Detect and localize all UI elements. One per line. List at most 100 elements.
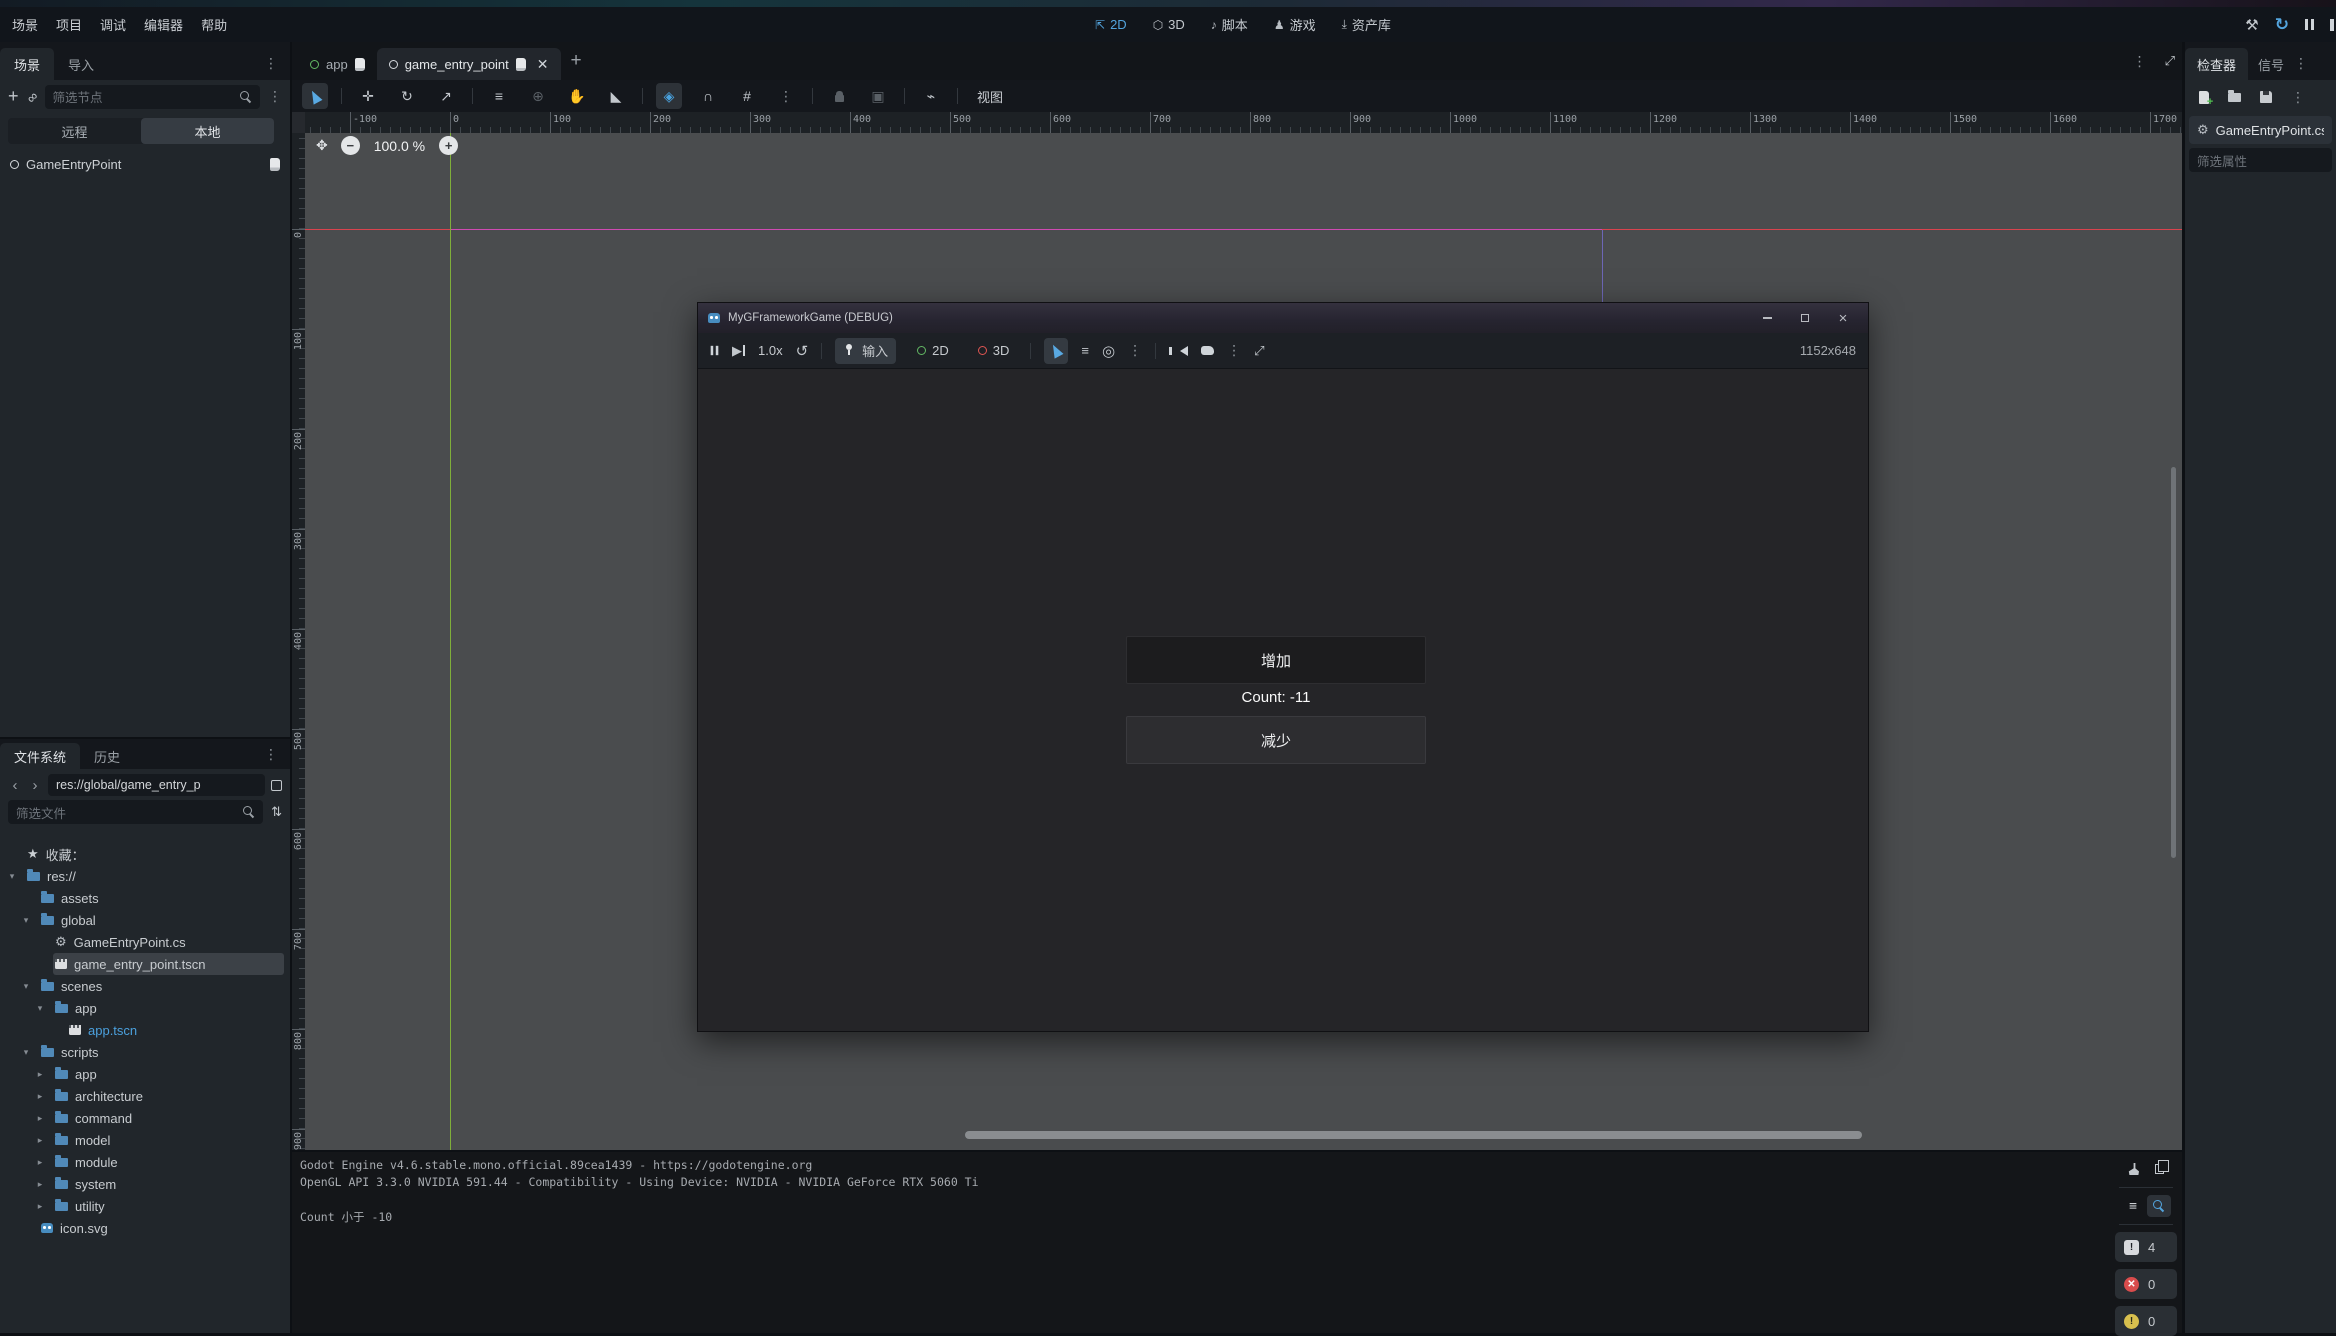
chevron-down-icon[interactable]: ▾ <box>20 1047 32 1058</box>
chevron-right-icon[interactable]: ▸ <box>34 1091 46 1102</box>
workspace-3d[interactable]: ⬡3D <box>1153 17 1185 32</box>
fs-item-favorites[interactable]: ★收藏： <box>0 843 290 865</box>
inspector-tabs-menu-icon[interactable]: ⋮ <box>2294 55 2308 80</box>
suspend-icon[interactable] <box>711 346 719 355</box>
decrease-button[interactable]: 减少 <box>1126 716 1426 764</box>
warnings-count-badge[interactable]: ! 0 <box>2115 1306 2177 1336</box>
close-button[interactable]: × <box>1828 303 1858 333</box>
add-node-icon[interactable]: + <box>8 86 19 107</box>
chevron-down-icon[interactable]: ▾ <box>6 871 18 882</box>
remote-toggle[interactable]: 远程 <box>8 118 141 144</box>
nav-back-icon[interactable]: ‹ <box>8 777 22 794</box>
minimize-button[interactable] <box>1752 303 1782 333</box>
center-view-icon[interactable]: ✥ <box>316 137 327 154</box>
new-resource-icon[interactable]: + <box>2199 91 2209 104</box>
time-scale-value[interactable]: 1.0x <box>758 343 783 358</box>
menu-scene[interactable]: 场景 <box>12 15 38 34</box>
menu-help[interactable]: 帮助 <box>201 15 227 34</box>
scale-tool[interactable]: ↗ <box>433 83 459 109</box>
workspace-script[interactable]: ♪脚本 <box>1211 15 1248 34</box>
increase-button[interactable]: 增加 <box>1126 636 1426 684</box>
workspace-game[interactable]: ♟游戏 <box>1274 15 1316 34</box>
scene-tabs-menu-icon[interactable]: ⋮ <box>2133 53 2147 70</box>
tab-signals[interactable]: 信号 <box>2248 48 2294 80</box>
mode-2d-button[interactable]: 2D <box>909 338 957 364</box>
scene-tab-game-entry-point[interactable]: game_entry_point ✕ <box>377 48 561 80</box>
load-resource-icon[interactable] <box>2228 93 2241 102</box>
canvas-viewport[interactable]: -100010020030040050060070080090010001100… <box>292 112 2182 1150</box>
list-select-tool[interactable]: ≡ <box>486 83 512 109</box>
canvas-vertical-scrollbar[interactable] <box>2171 467 2176 858</box>
filter-properties-input[interactable]: 筛选属性 <box>2189 148 2332 172</box>
expand-viewport-icon[interactable]: ⤢ <box>2165 53 2174 69</box>
mode-3d-button[interactable]: 3D <box>970 338 1018 364</box>
pause-icon[interactable] <box>2305 19 2314 30</box>
sort-files-icon[interactable]: ⇅ <box>271 804 282 820</box>
search-output-icon[interactable] <box>2147 1195 2171 1217</box>
nav-forward-icon[interactable]: › <box>28 777 42 794</box>
chevron-down-icon[interactable]: ▾ <box>20 915 32 926</box>
zoom-in-icon[interactable]: + <box>439 136 458 155</box>
attached-script-icon[interactable] <box>270 158 280 171</box>
filesystem-menu-icon[interactable]: ⋮ <box>264 746 290 769</box>
fs-item-assets[interactable]: assets <box>0 887 290 909</box>
input-mode-button[interactable]: 输入 <box>835 338 896 364</box>
snap-options-menu-icon[interactable]: ⋮ <box>773 83 799 109</box>
menu-debug[interactable]: 调试 <box>100 15 126 34</box>
fs-item-architecture[interactable]: ▸architecture <box>0 1085 290 1107</box>
chevron-right-icon[interactable]: ▸ <box>34 1113 46 1124</box>
game-list-select-icon[interactable]: ≡ <box>1081 343 1089 358</box>
fs-item-utility[interactable]: ▸utility <box>0 1195 290 1217</box>
clear-output-icon[interactable] <box>2121 1158 2145 1180</box>
fs-item-scenes[interactable]: ▾scenes <box>0 975 290 997</box>
fs-item-module[interactable]: ▸module <box>0 1151 290 1173</box>
ruler-tool[interactable]: ◣ <box>603 83 629 109</box>
view-menu[interactable]: 视图 <box>977 87 1003 106</box>
chevron-right-icon[interactable]: ▸ <box>34 1069 46 1080</box>
pivot-tool[interactable]: ⊕ <box>525 83 551 109</box>
scene-tree-root-node[interactable]: GameEntryPoint <box>0 152 290 176</box>
close-tab-icon[interactable]: ✕ <box>537 56 549 73</box>
select-tool[interactable] <box>302 83 328 109</box>
filter-nodes-input[interactable]: 筛选节点 <box>45 85 261 109</box>
canvas-horizontal-scrollbar[interactable] <box>965 1131 1862 1139</box>
build-hammer-icon[interactable]: ⚒ <box>2245 16 2258 34</box>
fs-item-scenes-app[interactable]: ▾app <box>0 997 290 1019</box>
tab-import[interactable]: 导入 <box>54 48 108 80</box>
fs-item-system[interactable]: ▸system <box>0 1173 290 1195</box>
inspector-menu-icon[interactable]: ⋮ <box>2291 89 2305 106</box>
new-scene-tab-icon[interactable]: + <box>571 50 582 72</box>
errors-count-badge[interactable]: ✕ 0 <box>2115 1269 2177 1299</box>
maximize-button[interactable] <box>1790 303 1820 333</box>
inspected-object-row[interactable]: ⚙ GameEntryPoint.cs <box>2189 116 2332 144</box>
restart-icon[interactable]: ↻ <box>2275 15 2289 35</box>
chevron-right-icon[interactable]: ▸ <box>34 1157 46 1168</box>
menu-project[interactable]: 项目 <box>56 15 82 34</box>
fs-item-global[interactable]: ▾global <box>0 909 290 931</box>
collapse-messages-icon[interactable]: ≡ <box>2121 1195 2145 1217</box>
fs-item-scripts[interactable]: ▾scripts <box>0 1041 290 1063</box>
game-window-titlebar[interactable]: MyGFrameworkGame (DEBUG) × <box>698 303 1868 333</box>
messages-count-badge[interactable]: ! 4 <box>2115 1232 2177 1262</box>
scene-tree-menu-icon[interactable]: ⋮ <box>268 88 282 105</box>
current-path-field[interactable]: res://global/game_entry_p <box>48 774 265 796</box>
chevron-down-icon[interactable]: ▾ <box>20 981 32 992</box>
fs-item-gameentrypoint-cs[interactable]: ⚙GameEntryPoint.cs <box>0 931 290 953</box>
audio-mute-icon[interactable] <box>1180 346 1188 356</box>
grid-snap-toggle[interactable]: ∩ <box>695 83 721 109</box>
fs-item-res-root[interactable]: ▾res:// <box>0 865 290 887</box>
zoom-out-icon[interactable]: − <box>341 136 360 155</box>
chevron-right-icon[interactable]: ▸ <box>34 1179 46 1190</box>
chevron-right-icon[interactable]: ▸ <box>34 1201 46 1212</box>
fs-item-game-entry-point-tscn[interactable]: game_entry_point.tscn <box>0 953 290 975</box>
scene-dock-menu-icon[interactable]: ⋮ <box>264 55 290 80</box>
fs-item-app-tscn[interactable]: app.tscn <box>0 1019 290 1041</box>
smart-snap-toggle[interactable]: ◈ <box>656 83 682 109</box>
save-resource-icon[interactable] <box>2260 91 2272 103</box>
camera-override-icon[interactable]: ◎ <box>1102 342 1115 360</box>
fs-item-command[interactable]: ▸command <box>0 1107 290 1129</box>
rotate-tool[interactable]: ↻ <box>394 83 420 109</box>
embed-options-menu-icon[interactable]: ⋮ <box>1227 342 1241 359</box>
menu-editor[interactable]: 编辑器 <box>144 15 183 34</box>
chevron-down-icon[interactable]: ▾ <box>34 1003 46 1014</box>
